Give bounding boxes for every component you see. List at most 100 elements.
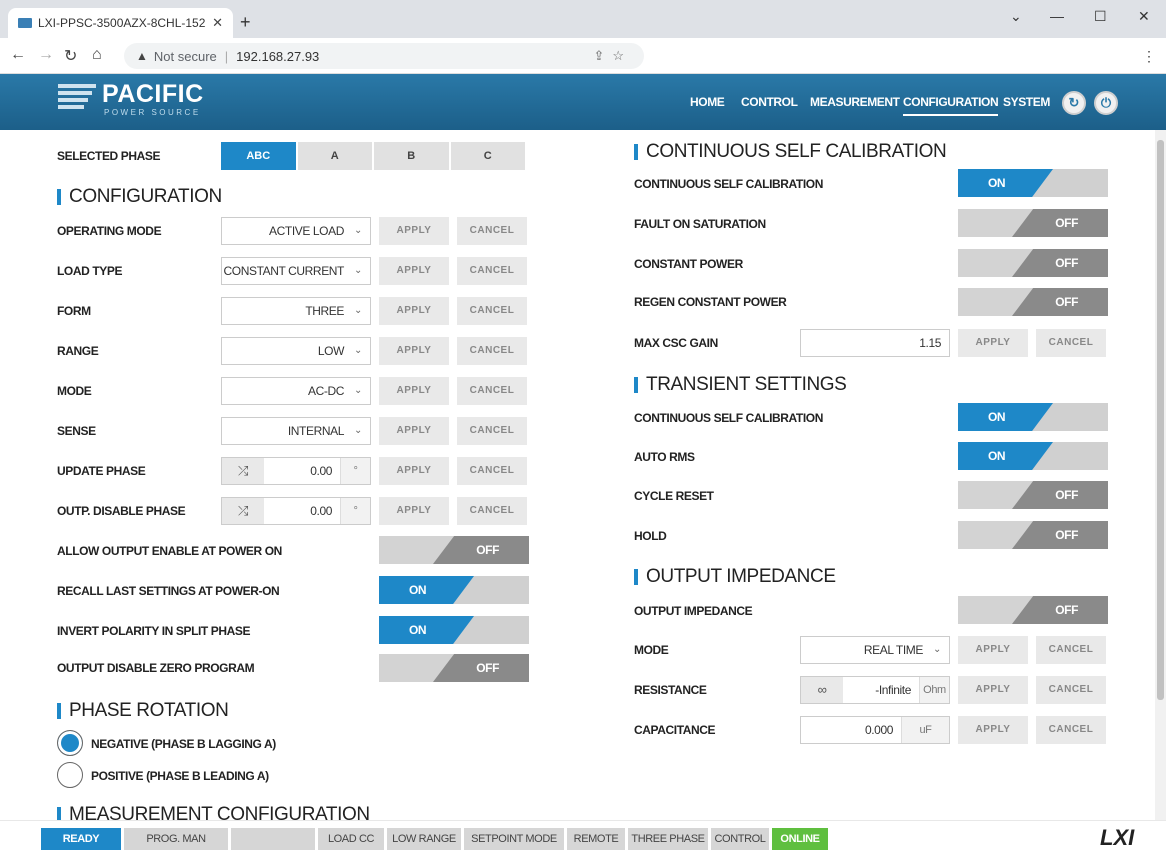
nav-configuration[interactable]: CONFIGURATION — [903, 95, 999, 116]
share-bookmark-icons[interactable]: ⇪☆ — [593, 48, 632, 64]
outp-disable-phase-input[interactable]: ⤮ 0.00 ° — [221, 497, 371, 525]
cancel-button[interactable]: CANCEL — [457, 417, 527, 445]
max-csc-gain-value[interactable]: 1.15 — [801, 330, 949, 356]
auto-rms-toggle[interactable]: ON — [958, 442, 1108, 470]
forward-icon[interactable]: → — [38, 46, 54, 64]
update-phase-input[interactable]: ⤮ 0.00 ° — [221, 457, 371, 485]
recall-last-settings-toggle[interactable]: ON — [379, 576, 529, 604]
back-icon[interactable]: ← — [10, 46, 26, 64]
maximize-icon[interactable]: ☐ — [1094, 8, 1107, 25]
reload-icon[interactable]: ↻ — [64, 46, 77, 66]
phase-b-button[interactable]: B — [374, 142, 449, 170]
toggle-state: ON — [958, 442, 1053, 470]
infinity-icon[interactable]: ∞ — [801, 677, 843, 703]
cancel-button[interactable]: CANCEL — [457, 217, 527, 245]
cancel-button[interactable]: CANCEL — [457, 377, 527, 405]
refresh-icon[interactable]: ↻ — [1062, 91, 1086, 115]
impedance-mode-select[interactable]: REAL TIME ⌄ — [800, 636, 950, 664]
chevron-down-icon[interactable]: ⌄ — [1010, 8, 1022, 25]
cancel-button[interactable]: CANCEL — [457, 497, 527, 525]
mode-select[interactable]: AC-DC ⌄ — [221, 377, 371, 405]
home-icon[interactable]: ⌂ — [92, 46, 102, 64]
close-window-icon[interactable]: ✕ — [1138, 8, 1150, 25]
cancel-button[interactable]: CANCEL — [1036, 676, 1106, 704]
power-icon[interactable]: ⏻ — [1094, 91, 1118, 115]
toggle-state: OFF — [1012, 288, 1108, 316]
rotation-positive-radio[interactable] — [57, 762, 83, 788]
apply-button[interactable]: APPLY — [379, 497, 449, 525]
capacitance-value[interactable]: 0.000 — [801, 717, 901, 743]
rotation-negative-radio[interactable] — [57, 730, 83, 756]
output-disable-zero-toggle[interactable]: OFF — [379, 654, 529, 682]
capacitance-input[interactable]: 0.000 uF — [800, 716, 950, 744]
sense-select[interactable]: INTERNAL ⌄ — [221, 417, 371, 445]
apply-button[interactable]: APPLY — [958, 676, 1028, 704]
allow-output-enable-label: ALLOW OUTPUT ENABLE AT POWER ON — [57, 544, 282, 558]
shuffle-icon[interactable]: ⤮ — [222, 458, 264, 484]
cancel-button[interactable]: CANCEL — [457, 337, 527, 365]
update-phase-value[interactable]: 0.00 — [264, 458, 340, 484]
constant-power-label: CONSTANT POWER — [634, 257, 743, 271]
degree-unit: ° — [340, 498, 370, 524]
sense-label: SENSE — [57, 424, 96, 438]
status-three-phase: THREE PHASE — [628, 828, 708, 850]
transient-title: TRANSIENT SETTINGS — [634, 374, 847, 396]
transient-csc-toggle[interactable]: ON — [958, 403, 1108, 431]
apply-button[interactable]: APPLY — [379, 457, 449, 485]
cancel-button[interactable]: CANCEL — [1036, 716, 1106, 744]
cancel-button[interactable]: CANCEL — [1036, 636, 1106, 664]
invert-polarity-toggle[interactable]: ON — [379, 616, 529, 644]
nav-control[interactable]: CONTROL — [741, 95, 798, 109]
status-remote: REMOTE — [567, 828, 625, 850]
cancel-button[interactable]: CANCEL — [457, 457, 527, 485]
constant-power-toggle[interactable]: OFF — [958, 249, 1108, 277]
csc-toggle[interactable]: ON — [958, 169, 1108, 197]
impedance-mode-value: REAL TIME — [863, 643, 923, 657]
output-impedance-toggle[interactable]: OFF — [958, 596, 1108, 624]
apply-button[interactable]: APPLY — [379, 377, 449, 405]
hold-toggle[interactable]: OFF — [958, 521, 1108, 549]
toggle-state: OFF — [1012, 521, 1108, 549]
cycle-reset-toggle[interactable]: OFF — [958, 481, 1108, 509]
apply-button[interactable]: APPLY — [958, 636, 1028, 664]
cancel-button[interactable]: CANCEL — [457, 297, 527, 325]
operating-mode-select[interactable]: ACTIVE LOAD ⌄ — [221, 217, 371, 245]
mode-value: AC-DC — [308, 384, 344, 398]
scrollbar[interactable] — [1155, 130, 1166, 820]
fault-on-saturation-toggle[interactable]: OFF — [958, 209, 1108, 237]
resistance-input[interactable]: ∞ -Infinite Ohm — [800, 676, 950, 704]
new-tab-icon[interactable]: + — [240, 12, 251, 33]
tab-close-icon[interactable]: ✕ — [212, 15, 223, 31]
max-csc-gain-input[interactable]: 1.15 — [800, 329, 950, 357]
shuffle-icon[interactable]: ⤮ — [222, 498, 264, 524]
load-type-select[interactable]: CONSTANT CURRENT ⌄ — [221, 257, 371, 285]
degree-unit: ° — [340, 458, 370, 484]
browser-tab[interactable]: LXI-PPSC-3500AZX-8CHL-1522... ✕ — [8, 8, 233, 38]
apply-button[interactable]: APPLY — [958, 329, 1028, 357]
phase-c-button[interactable]: C — [450, 142, 525, 170]
nav-measurement[interactable]: MEASUREMENT — [810, 95, 900, 109]
form-select[interactable]: THREE ⌄ — [221, 297, 371, 325]
apply-button[interactable]: APPLY — [379, 297, 449, 325]
apply-button[interactable]: APPLY — [379, 417, 449, 445]
allow-output-enable-toggle[interactable]: OFF — [379, 536, 529, 564]
minimize-icon[interactable]: — — [1050, 8, 1064, 24]
output-impedance-label: OUTPUT IMPEDANCE — [634, 604, 753, 618]
menu-kebab-icon[interactable]: ⋮ — [1142, 48, 1156, 65]
url-field[interactable]: ▲ Not secure | 192.168.27.93 ⇪☆ — [124, 43, 644, 69]
apply-button[interactable]: APPLY — [379, 337, 449, 365]
range-select[interactable]: LOW ⌄ — [221, 337, 371, 365]
outp-disable-phase-value[interactable]: 0.00 — [264, 498, 340, 524]
apply-button[interactable]: APPLY — [379, 257, 449, 285]
cancel-button[interactable]: CANCEL — [1036, 329, 1106, 357]
regen-constant-power-toggle[interactable]: OFF — [958, 288, 1108, 316]
phase-abc-button[interactable]: ABC — [221, 142, 296, 170]
chevron-down-icon: ⌄ — [933, 644, 941, 655]
apply-button[interactable]: APPLY — [958, 716, 1028, 744]
phase-a-button[interactable]: A — [297, 142, 372, 170]
nav-home[interactable]: HOME — [690, 95, 725, 109]
apply-button[interactable]: APPLY — [379, 217, 449, 245]
nav-system[interactable]: SYSTEM — [1003, 95, 1050, 109]
cancel-button[interactable]: CANCEL — [457, 257, 527, 285]
resistance-value[interactable]: -Infinite — [843, 677, 919, 703]
